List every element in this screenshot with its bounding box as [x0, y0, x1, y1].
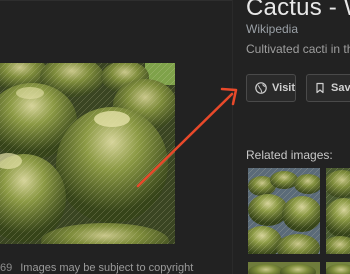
copyright-caption: 69 Images may be subject to copyright	[0, 262, 193, 274]
related-image-thumbnail[interactable]	[326, 262, 350, 274]
related-image-thumbnail[interactable]	[248, 262, 320, 274]
cactus-thumbnail	[248, 168, 320, 254]
cactus-thumbnail	[326, 262, 350, 274]
bookmark-icon	[314, 82, 326, 94]
cactus-image	[0, 63, 175, 244]
image-count: 69	[0, 262, 13, 274]
cactus-thumbnail	[326, 168, 350, 254]
globe-icon	[255, 82, 267, 94]
related-image-thumbnail[interactable]	[248, 168, 320, 254]
top-divider	[0, 0, 232, 1]
related-images-heading: Related images:	[246, 148, 333, 162]
save-button[interactable]: Save	[306, 74, 350, 102]
main-preview-image[interactable]	[0, 63, 175, 244]
save-label: Save	[331, 82, 350, 94]
source-link[interactable]: Wikipedia	[246, 22, 298, 36]
image-viewer-panel: 69 Images may be subject to copyright Cac…	[0, 0, 350, 274]
visit-label: Visit	[272, 82, 296, 94]
panel-divider	[232, 0, 233, 274]
visit-button[interactable]: Visit	[246, 74, 296, 102]
related-image-thumbnail[interactable]	[326, 168, 350, 254]
copyright-text: Images may be subject to copyright	[20, 262, 194, 274]
page-title[interactable]: Cactus - Wik	[246, 0, 350, 22]
cactus-thumbnail	[248, 262, 320, 274]
image-description: Cultivated cacti in the	[246, 42, 350, 56]
